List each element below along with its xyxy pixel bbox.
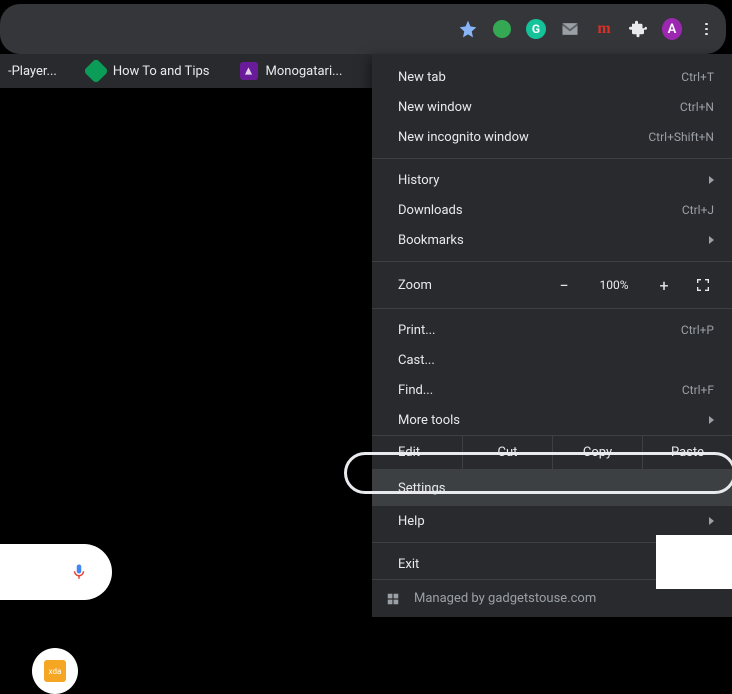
menu-separator — [372, 158, 732, 159]
menu-new-tab[interactable]: New tab Ctrl+T — [372, 62, 732, 92]
menu-find[interactable]: Find... Ctrl+F — [372, 375, 732, 405]
grammarly-icon[interactable]: G — [526, 19, 546, 39]
menu-shortcut: Ctrl+P — [681, 323, 714, 337]
mic-icon[interactable] — [70, 560, 88, 584]
bookmark-favicon-icon — [240, 62, 258, 80]
bookmark-item[interactable]: How To and Tips — [81, 58, 216, 84]
zoom-value: 100% — [592, 278, 636, 292]
chevron-right-icon — [709, 416, 714, 424]
bookmark-label: Monogatari... — [266, 64, 343, 79]
menu-label: New incognito window — [398, 130, 529, 145]
shortcut-favicon-icon: xda — [44, 660, 66, 682]
menu-more-tools[interactable]: More tools — [372, 405, 732, 435]
chevron-right-icon — [709, 236, 714, 244]
bookmark-item[interactable]: -Player... — [2, 60, 63, 83]
bookmark-item[interactable]: Monogatari... — [234, 58, 349, 84]
menu-print[interactable]: Print... Ctrl+P — [372, 315, 732, 345]
menu-label: History — [398, 173, 439, 188]
menu-label: Find... — [398, 383, 433, 398]
zoom-out-button[interactable]: − — [556, 276, 572, 295]
menu-shortcut: Ctrl+Shift+N — [648, 130, 714, 144]
menu-label: Help — [398, 514, 425, 529]
menu-shortcut: Ctrl+F — [682, 383, 714, 397]
menu-label: Settings — [398, 481, 445, 496]
bookmark-star-icon[interactable] — [458, 19, 478, 39]
fullscreen-icon[interactable] — [692, 274, 714, 296]
edit-copy-button[interactable]: Copy — [552, 436, 642, 469]
menu-cast[interactable]: Cast... — [372, 345, 732, 375]
bookmark-favicon-icon — [83, 58, 108, 83]
menu-incognito[interactable]: New incognito window Ctrl+Shift+N — [372, 122, 732, 152]
menu-separator — [372, 261, 732, 262]
managed-org-icon — [386, 592, 400, 606]
bookmark-label: -Player... — [8, 64, 57, 79]
chevron-right-icon — [709, 517, 714, 525]
menu-label: Print... — [398, 323, 435, 338]
profile-avatar[interactable]: A — [662, 19, 682, 39]
overflow-menu-icon[interactable] — [696, 19, 716, 39]
menu-shortcut: Ctrl+T — [681, 70, 714, 84]
menu-label: New tab — [398, 70, 446, 85]
menu-label: Downloads — [398, 203, 463, 218]
menu-help[interactable]: Help — [372, 506, 732, 536]
menu-label: Exit — [398, 557, 419, 572]
zoom-in-button[interactable]: + — [656, 276, 672, 295]
menu-edit-row: Edit Cut Copy Paste — [372, 435, 732, 469]
menu-label: Edit — [372, 445, 462, 460]
browser-toolbar: G m A — [0, 4, 726, 54]
edit-cut-button[interactable]: Cut — [462, 436, 552, 469]
menu-zoom: Zoom − 100% + — [372, 268, 732, 302]
white-overlay-block — [656, 535, 732, 589]
managed-by-label: Managed by gadgetstouse.com — [414, 591, 596, 606]
menu-label: Zoom — [398, 278, 556, 293]
menu-separator — [372, 308, 732, 309]
menu-new-window[interactable]: New window Ctrl+N — [372, 92, 732, 122]
menu-history[interactable]: History — [372, 165, 732, 195]
menu-shortcut: Ctrl+J — [682, 203, 714, 217]
search-pill[interactable] — [0, 544, 112, 600]
gmail-icon[interactable] — [560, 19, 580, 39]
extensions-puzzle-icon[interactable] — [628, 19, 648, 39]
menu-label: Cast... — [398, 353, 435, 368]
chrome-overflow-menu: New tab Ctrl+T New window Ctrl+N New inc… — [372, 54, 732, 617]
menu-bookmarks[interactable]: Bookmarks — [372, 225, 732, 255]
menu-settings[interactable]: Settings — [372, 470, 732, 506]
edit-paste-button[interactable]: Paste — [642, 436, 732, 469]
shortcut-tile[interactable]: xda — [32, 648, 78, 694]
extension-green-dot-icon[interactable] — [492, 19, 512, 39]
menu-label: New window — [398, 100, 472, 115]
menu-label: Bookmarks — [398, 233, 464, 248]
extension-m-icon[interactable]: m — [594, 19, 614, 39]
bookmark-label: How To and Tips — [113, 64, 210, 79]
menu-downloads[interactable]: Downloads Ctrl+J — [372, 195, 732, 225]
chevron-right-icon — [709, 176, 714, 184]
menu-label: More tools — [398, 413, 460, 428]
menu-shortcut: Ctrl+N — [680, 100, 714, 114]
